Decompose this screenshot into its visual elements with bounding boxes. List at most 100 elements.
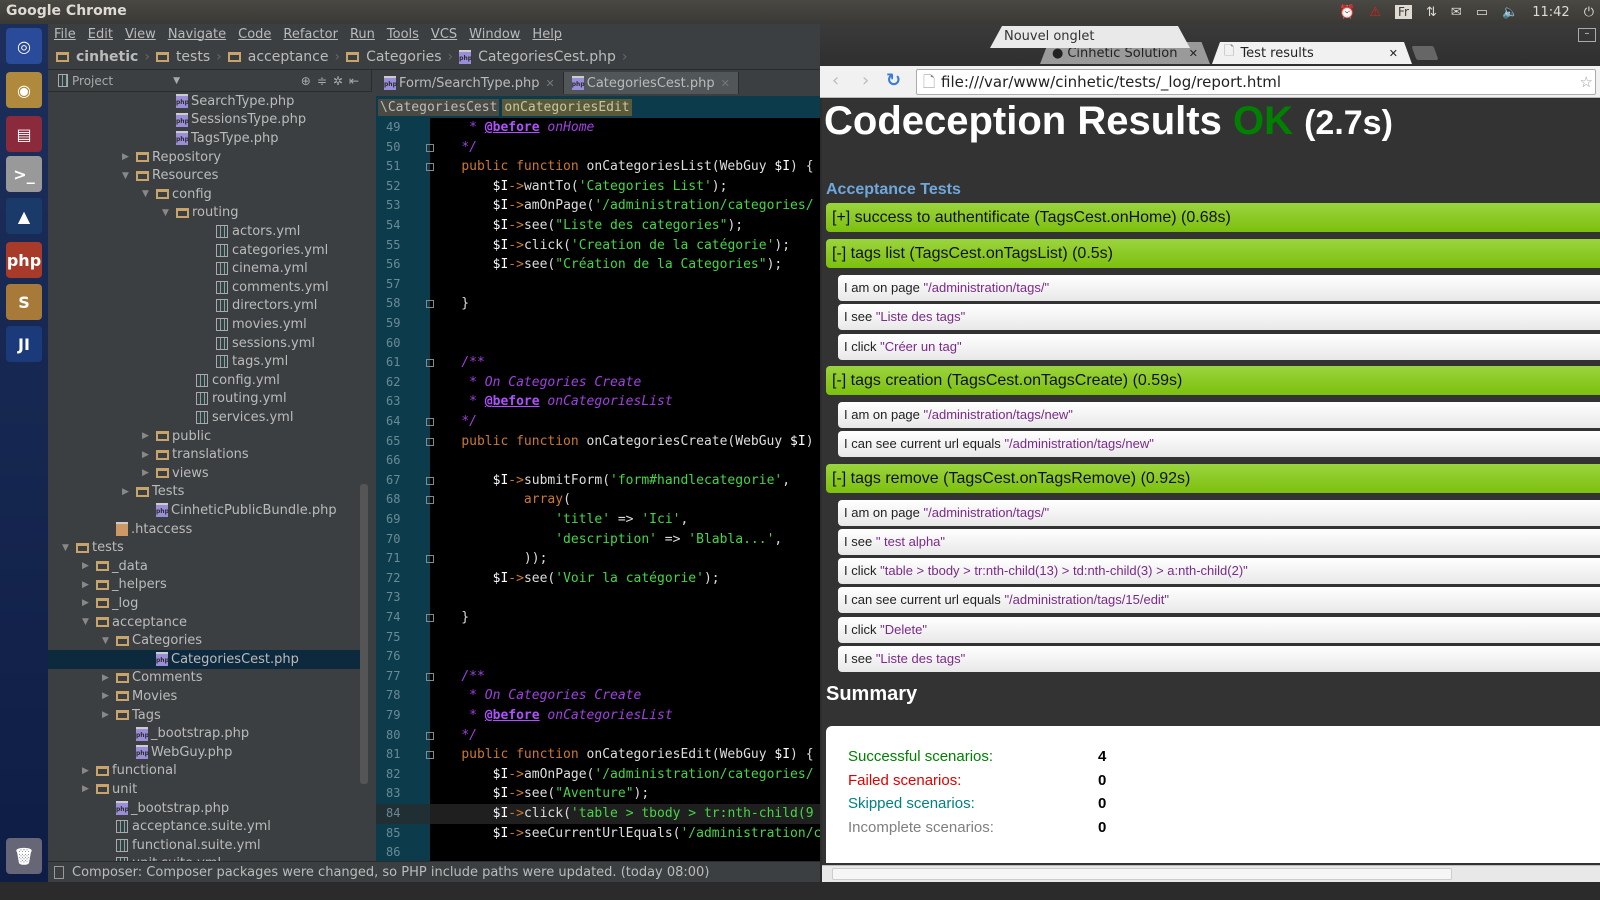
code-line[interactable]: */	[430, 138, 820, 158]
bookmark-star-icon[interactable]: ☆	[1580, 70, 1593, 94]
clock[interactable]: 11:42	[1532, 5, 1569, 20]
menu-run[interactable]: Run	[350, 27, 375, 42]
tree-item[interactable]: ▶ Tests	[48, 483, 360, 502]
collapsed-arrow-icon[interactable]: ▶	[122, 487, 136, 497]
tree-item[interactable]: ▼ config	[48, 185, 360, 204]
menu-file[interactable]: File	[54, 27, 76, 42]
breadcrumb-item[interactable]: Categories	[346, 49, 442, 65]
code-line[interactable]: * @before onHome	[430, 118, 820, 138]
menu-vcs[interactable]: VCS	[431, 27, 457, 42]
close-tab-icon[interactable]: ✕	[1389, 47, 1398, 60]
tree-item[interactable]: ▼ routing	[48, 204, 360, 223]
code-line[interactable]: $I->click('table > tbody > tr:nth-child(…	[430, 804, 820, 824]
code-line[interactable]: public function onCategoriesEdit(WebGuy …	[430, 745, 820, 765]
class-crumb[interactable]: \CategoriesCest	[378, 98, 500, 116]
code-line[interactable]: public function onCategoriesList(WebGuy …	[430, 157, 820, 177]
collapsed-arrow-icon[interactable]: ▶	[82, 598, 96, 608]
code-line[interactable]: */	[430, 412, 820, 432]
tree-item[interactable]: ▶ functional	[48, 762, 360, 781]
keyboard-layout-indicator[interactable]: Fr	[1394, 5, 1412, 19]
collapsed-arrow-icon[interactable]: ▶	[102, 691, 116, 701]
tree-item[interactable]: ▼ Resources	[48, 166, 360, 185]
menu-help[interactable]: Help	[532, 27, 562, 42]
code-line[interactable]: $I->see('Voir la catégorie');	[430, 569, 820, 589]
tree-item[interactable]: movies.yml	[48, 315, 360, 334]
editor-tab[interactable]: php CategoriesCest.php ✕	[563, 72, 739, 94]
launcher-ubuntu-dash[interactable]: ◎	[6, 28, 42, 64]
code-line[interactable]	[430, 314, 820, 334]
launcher-sublime-text[interactable]: S	[6, 284, 42, 320]
tree-item[interactable]: ▶ translations	[48, 445, 360, 464]
code-editor[interactable]: \CategoriesCest onCategoriesEdit 49 50 51 5…	[376, 96, 820, 867]
tree-item[interactable]: php _bootstrap.php	[48, 799, 360, 818]
code-line[interactable]: $I->click('Creation de la catégorie');	[430, 236, 820, 256]
mail-icon[interactable]: ✉	[1451, 5, 1462, 20]
tree-item[interactable]: php CategoriesCest.php	[48, 650, 360, 669]
breadcrumb-item[interactable]: tests	[155, 49, 210, 65]
collapsed-arrow-icon[interactable]: ▶	[122, 152, 136, 162]
collapsed-arrow-icon[interactable]: ▶	[82, 561, 96, 571]
code-line[interactable]	[430, 843, 820, 863]
tree-item[interactable]: .htaccess	[48, 520, 360, 539]
launcher-chrome[interactable]: ◉	[6, 72, 42, 108]
tree-item[interactable]: ▶ views	[48, 464, 360, 483]
reload-icon[interactable]: ↻	[886, 70, 901, 91]
gear-icon[interactable]: ✲	[333, 74, 349, 88]
code-line[interactable]: /**	[430, 353, 820, 373]
launcher-terminal[interactable]: >_	[6, 156, 42, 192]
collapsed-arrow-icon[interactable]: ▶	[142, 450, 156, 460]
expanded-arrow-icon[interactable]: ▼	[102, 636, 116, 646]
launcher-trash[interactable]: 🗑	[6, 838, 42, 874]
code-line[interactable]: $I->see("Liste des categories");	[430, 216, 820, 236]
menu-code[interactable]: Code	[238, 27, 271, 42]
forward-icon[interactable]: ›	[862, 70, 869, 91]
tree-item[interactable]: acceptance.suite.yml	[48, 817, 360, 836]
scenario-header[interactable]: [-] tags remove (TagsCest.onTagsRemove) …	[826, 463, 1600, 493]
volume-icon[interactable]: 🔈	[1502, 5, 1518, 20]
tree-item[interactable]: ▶ Repository	[48, 148, 360, 167]
code-line[interactable]: ));	[430, 549, 820, 569]
code-line[interactable]	[430, 451, 820, 471]
code-line[interactable]	[430, 628, 820, 648]
expanded-arrow-icon[interactable]: ▼	[162, 208, 176, 218]
tree-item[interactable]: php WebGuy.php	[48, 743, 360, 762]
menu-view[interactable]: View	[125, 27, 156, 42]
menu-refactor[interactable]: Refactor	[283, 27, 338, 42]
tree-item[interactable]: ▼ tests	[48, 538, 360, 557]
menu-window[interactable]: Window	[469, 27, 520, 42]
scrollbar-thumb[interactable]	[832, 868, 1452, 880]
collapsed-arrow-icon[interactable]: ▶	[82, 580, 96, 590]
launcher-phpstorm[interactable]: php	[6, 242, 42, 278]
expanded-arrow-icon[interactable]: ▼	[142, 189, 156, 199]
tree-item[interactable]: php SessionsType.php	[48, 111, 360, 130]
tree-item[interactable]: php SearchType.php	[48, 92, 360, 111]
tree-item[interactable]: ▶ public	[48, 427, 360, 446]
breadcrumb-item[interactable]: cinhetic	[56, 49, 138, 65]
code-line[interactable]	[430, 588, 820, 608]
address-bar[interactable]: 🗋 file:///var/www/cinhetic/tests/_log/re…	[916, 69, 1596, 95]
expanded-arrow-icon[interactable]: ▼	[122, 171, 136, 181]
menu-tools[interactable]: Tools	[387, 27, 419, 42]
code-line[interactable]: 'title' => 'Ici',	[430, 510, 820, 530]
code-line[interactable]: $I->submitForm('form#handlecategorie',	[430, 471, 820, 491]
warning-icon[interactable]: ⚠	[1369, 5, 1381, 20]
scenario-header[interactable]: [-] tags list (TagsCest.onTagsList) (0.5…	[826, 239, 1600, 268]
tree-item[interactable]: tags.yml	[48, 352, 360, 371]
collapsed-arrow-icon[interactable]: ▶	[102, 710, 116, 720]
scenario-header[interactable]: [+] success to authentificate (TagsCest.…	[826, 203, 1600, 232]
code-line[interactable]: $I->see("Création de la Categories");	[430, 255, 820, 275]
code-line[interactable]: * @before onCategoriesList	[430, 392, 820, 412]
expanded-arrow-icon[interactable]: ▼	[82, 617, 96, 627]
tree-item[interactable]: ▶ Movies	[48, 687, 360, 706]
breadcrumb-item[interactable]: php CategoriesCest.php	[459, 49, 616, 65]
tree-item[interactable]: ▶ _log	[48, 594, 360, 613]
code-line[interactable]	[430, 275, 820, 295]
hide-icon[interactable]: ⇤	[349, 74, 365, 88]
code-line[interactable]: * On Categories Create	[430, 373, 820, 393]
launcher-jetbrains[interactable]: JI	[6, 326, 42, 362]
new-tab-button[interactable]	[1411, 46, 1439, 60]
project-label[interactable]: Project	[72, 74, 113, 88]
close-tab-icon[interactable]: ✕	[1189, 47, 1198, 60]
locate-icon[interactable]: ⊕	[301, 74, 317, 88]
battery-icon[interactable]: ▭	[1476, 5, 1488, 20]
